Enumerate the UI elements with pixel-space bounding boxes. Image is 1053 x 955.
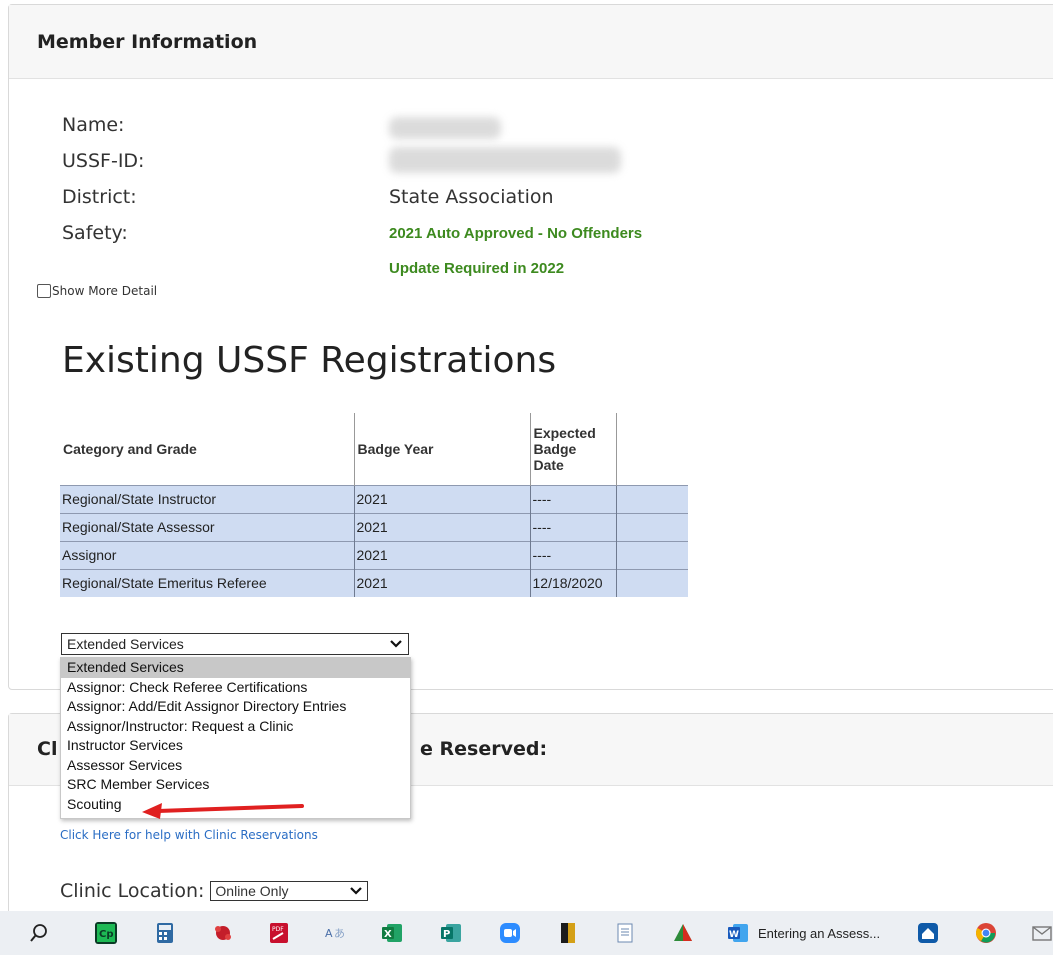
clinic-location-label: Clinic Location:: [60, 880, 205, 902]
name-label: Name:: [62, 114, 125, 136]
taskbar: Cp PDF Aあ X P W Entering an Assess...: [0, 911, 1053, 955]
word-icon[interactable]: W: [727, 922, 749, 944]
svg-text:P: P: [443, 929, 450, 940]
svg-text:PDF: PDF: [272, 926, 284, 933]
cell-category: Regional/State Assessor: [60, 512, 354, 541]
district-label: District:: [62, 186, 137, 208]
excel-icon[interactable]: X: [381, 922, 403, 944]
dropdown-option[interactable]: Assignor: Check Referee Certifications: [61, 678, 410, 698]
cell-category: Regional/State Instructor: [60, 484, 354, 513]
ussf-id-value-redacted: [389, 147, 621, 178]
mail-icon[interactable]: [1031, 922, 1053, 944]
cell-expected-date: 12/18/2020: [529, 568, 616, 597]
cell-empty: [615, 568, 688, 597]
svg-text:Cp: Cp: [99, 929, 114, 940]
notepad-icon[interactable]: [614, 922, 636, 944]
cell-expected-date: ----: [529, 484, 616, 513]
member-information-title: Member Information: [9, 5, 1053, 79]
chevron-down-icon: [390, 640, 402, 648]
cell-badge-year: 2021: [353, 512, 530, 541]
cell-empty: [615, 484, 688, 513]
svg-text:W: W: [729, 930, 739, 940]
cell-empty: [615, 512, 688, 541]
clinic-help-link[interactable]: Click Here for help with Clinic Reservat…: [60, 828, 318, 842]
clinic-location-value: Online Only: [215, 883, 289, 899]
ussf-id-label: USSF-ID:: [62, 150, 145, 172]
registrations-title: Existing USSF Registrations: [62, 340, 557, 381]
table-row: Regional/State Assessor 2021 ----: [60, 512, 688, 541]
cell-expected-date: ----: [529, 540, 616, 569]
dropdown-option[interactable]: Instructor Services: [61, 736, 410, 756]
cell-category: Assignor: [60, 540, 354, 569]
red-arrow-annotation: [142, 803, 304, 819]
clinic-title-left: Cl: [37, 738, 58, 760]
calculator-icon[interactable]: [154, 922, 176, 944]
cell-category: Regional/State Emeritus Referee: [60, 568, 354, 597]
clinic-location-select[interactable]: Online Only: [210, 881, 369, 901]
dropdown-option[interactable]: Assignor: Add/Edit Assignor Directory En…: [61, 697, 410, 717]
dropdown-option[interactable]: Assessor Services: [61, 756, 410, 776]
header-badge-year: Badge Year: [353, 413, 530, 485]
registrations-table: Category and Grade Badge Year Expected Ba…: [60, 413, 688, 597]
pdf-icon[interactable]: PDF: [268, 922, 290, 944]
header-expected-badge-date: Expected Badge Date: [529, 413, 616, 485]
extended-services-dropdown: Extended Services Assignor: Check Refere…: [60, 657, 411, 819]
cell-expected-date: ----: [529, 512, 616, 541]
extended-services-selected: Extended Services: [67, 636, 184, 652]
cell-empty: [615, 540, 688, 569]
show-more-detail[interactable]: Show More Detail: [37, 284, 157, 298]
dropdown-option[interactable]: Assignor/Instructor: Request a Clinic: [61, 717, 410, 737]
dropdown-option[interactable]: SRC Member Services: [61, 775, 410, 795]
table-row: Regional/State Instructor 2021 ----: [60, 484, 688, 513]
clinic-title-right: e Reserved:: [420, 738, 548, 760]
svg-text:あ: あ: [334, 927, 345, 940]
app2-icon[interactable]: [672, 922, 694, 944]
chrome-icon[interactable]: [975, 922, 997, 944]
captivate-icon[interactable]: Cp: [95, 922, 117, 944]
book-icon[interactable]: [557, 922, 579, 944]
translate-icon[interactable]: Aあ: [323, 922, 345, 944]
header-empty: [615, 413, 688, 485]
zoom-icon[interactable]: [499, 922, 521, 944]
table-row: Regional/State Emeritus Referee 2021 12/…: [60, 568, 688, 597]
safety-update-note: Update Required in 2022: [389, 260, 565, 277]
show-more-detail-checkbox[interactable]: [37, 284, 51, 298]
cell-badge-year: 2021: [353, 484, 530, 513]
safety-label: Safety:: [62, 222, 128, 244]
safety-status: 2021 Auto Approved - No Offenders: [389, 225, 643, 242]
svg-text:A: A: [325, 927, 333, 940]
outlook-icon[interactable]: [917, 922, 939, 944]
show-more-detail-label: Show More Detail: [52, 284, 158, 298]
svg-text:X: X: [384, 929, 392, 940]
cell-badge-year: 2021: [353, 568, 530, 597]
district-value: State Association: [389, 186, 554, 208]
table-row: Assignor 2021 ----: [60, 540, 688, 569]
header-category-grade: Category and Grade: [60, 413, 354, 485]
dropdown-option[interactable]: Extended Services: [61, 658, 410, 678]
clinic-location: Clinic Location: Online Only: [60, 880, 369, 902]
chevron-down-icon: [350, 887, 363, 895]
clinic-card-title: Cl e Reserved:: [37, 738, 547, 760]
publisher-icon[interactable]: P: [440, 922, 462, 944]
search-icon[interactable]: [28, 922, 50, 944]
extended-services-select[interactable]: Extended Services: [61, 633, 409, 655]
taskbar-task-label[interactable]: Entering an Assess...: [758, 919, 880, 947]
name-value-redacted: [389, 117, 501, 144]
app-icon[interactable]: [212, 922, 234, 944]
cell-badge-year: 2021: [353, 540, 530, 569]
